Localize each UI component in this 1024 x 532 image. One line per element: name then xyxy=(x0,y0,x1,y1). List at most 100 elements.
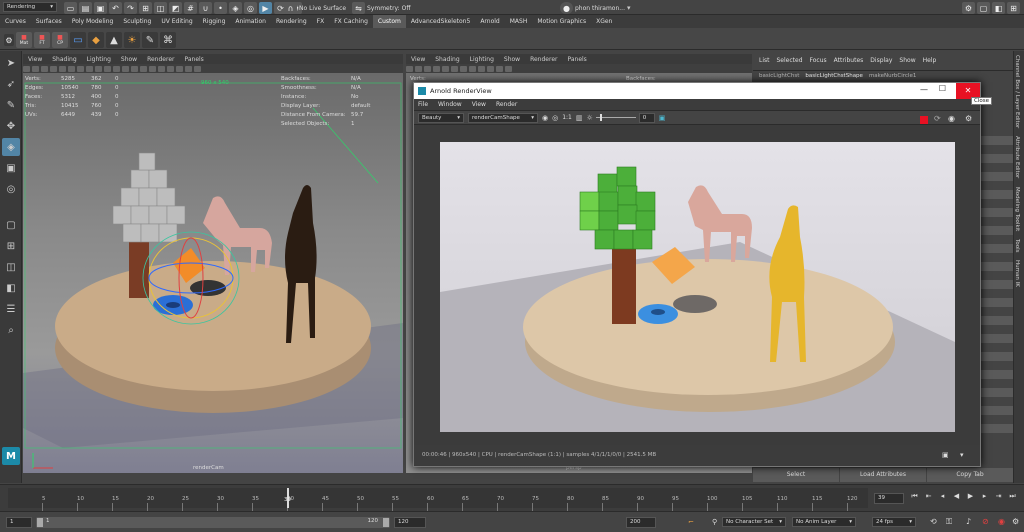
attr-menu-attributes[interactable]: Attributes xyxy=(834,57,864,64)
attr-tab-shape[interactable]: basicLightChstShape xyxy=(805,73,863,79)
shelf-cp-button[interactable]: ■ CP xyxy=(52,32,68,48)
viewport-rendercam[interactable]: Verts: 5285 362 0 Edges: 10540 780 0 Faces: 5312 4… xyxy=(23,73,403,473)
go-to-end-icon[interactable]: ⏭ xyxy=(1008,492,1017,501)
render-image[interactable] xyxy=(440,142,955,432)
attr-menu-focus[interactable]: Focus xyxy=(810,57,827,64)
stop-render-icon[interactable] xyxy=(920,116,928,124)
xray-icon[interactable] xyxy=(505,65,512,72)
anim-start-field[interactable]: 1 xyxy=(6,517,32,528)
settings-gear-icon[interactable]: ⚙ xyxy=(965,114,972,123)
ao-icon[interactable] xyxy=(104,65,111,72)
symmetry-icon[interactable]: ⇋ xyxy=(352,2,365,14)
rotate-tool-icon[interactable]: ◈ xyxy=(2,138,20,156)
vp2-menu-lighting[interactable]: Lighting xyxy=(470,56,494,63)
camera-icon[interactable] xyxy=(23,65,30,72)
grid-icon[interactable] xyxy=(433,65,440,72)
select-object-icon[interactable]: ◫ xyxy=(154,2,167,14)
smooth-shade-icon[interactable] xyxy=(68,65,75,72)
exposure-slider-handle[interactable] xyxy=(599,114,602,121)
ao-icon[interactable] xyxy=(487,65,494,72)
snap-curve-icon[interactable]: ∪ xyxy=(199,2,212,14)
image-plane-icon[interactable] xyxy=(41,65,48,72)
alpha-channel-icon[interactable]: ◎ xyxy=(552,114,558,122)
autokey-toggle-icon[interactable]: ◉ xyxy=(998,517,1005,526)
search-icon[interactable]: ⌕ xyxy=(2,321,20,339)
color-picker-icon[interactable]: ▣ xyxy=(659,114,666,122)
shelf-tab-rendering[interactable]: Rendering xyxy=(271,15,312,28)
shelf-tab-animation[interactable]: Animation xyxy=(230,15,271,28)
image-plane-icon[interactable] xyxy=(424,65,431,72)
xray-icon[interactable] xyxy=(131,65,138,72)
snap-grid-icon[interactable]: # xyxy=(184,2,197,14)
renderview-titlebar[interactable]: Arnold RenderView — ☐ ✕ Close xyxy=(414,83,992,105)
fps-dropdown[interactable]: 24 fps ▾ xyxy=(872,517,916,527)
time-slider-track[interactable]: 5 10 15 20 25 30 35 40 45 50 55 60 65 70 75 80 85 90 95 100… xyxy=(8,488,868,511)
xray-joints-icon[interactable] xyxy=(140,65,147,72)
lut-icon[interactable]: ▥ xyxy=(576,114,583,122)
wireframe-icon[interactable] xyxy=(59,65,66,72)
select-button[interactable]: Select xyxy=(753,468,839,482)
vp2-menu-view[interactable]: View xyxy=(411,56,425,63)
wireframe-icon[interactable] xyxy=(442,65,449,72)
light-icon[interactable]: ☀ xyxy=(124,32,140,48)
isolate-icon[interactable] xyxy=(496,65,503,72)
shelf-tab-sculpting[interactable]: Sculpting xyxy=(118,15,156,28)
vp2-menu-show[interactable]: Show xyxy=(504,56,520,63)
step-back-frame-icon[interactable]: ◂ xyxy=(938,492,947,501)
shelf-tab-motion-graphics[interactable]: Motion Graphics xyxy=(532,15,591,28)
lights-icon[interactable] xyxy=(86,65,93,72)
snap-point-icon[interactable]: • xyxy=(214,2,227,14)
mash-icon[interactable]: M xyxy=(2,447,20,465)
user-name[interactable]: phon thiramon... xyxy=(575,5,625,12)
camera-dropdown[interactable]: renderCamShape ▾ xyxy=(468,112,538,123)
shadows-icon[interactable] xyxy=(478,65,485,72)
vp1-menu-lighting[interactable]: Lighting xyxy=(87,56,111,63)
vp1-menu-renderer[interactable]: Renderer xyxy=(147,56,174,63)
anim-layer-dropdown[interactable]: No Anim Layer ▾ xyxy=(792,517,856,527)
symmetry-label[interactable]: Symmetry: Off xyxy=(367,5,410,12)
snapshot-icon[interactable]: ▣ xyxy=(942,451,949,459)
shelf-tab-surfaces[interactable]: Surfaces xyxy=(31,15,67,28)
chevron-down-icon[interactable]: ▾ xyxy=(627,4,631,12)
anim-end-field[interactable]: 200 xyxy=(626,517,656,528)
shelf-tab-custom[interactable]: Custom xyxy=(372,15,406,28)
textured-icon[interactable] xyxy=(77,65,84,72)
select-tool-icon[interactable]: ➤ xyxy=(2,54,20,72)
gear-icon[interactable]: ⚙ xyxy=(962,2,975,14)
attr-menu-selected[interactable]: Selected xyxy=(777,57,803,64)
camera-icon[interactable] xyxy=(406,65,413,72)
soft-select-icon[interactable]: ◎ xyxy=(2,180,20,198)
shelf-tab-mash[interactable]: MASH xyxy=(505,15,533,28)
step-forward-frame-icon[interactable]: ▸ xyxy=(980,492,989,501)
attr-menu-help[interactable]: Help xyxy=(923,57,937,64)
live-surface-label[interactable]: No Live Surface xyxy=(299,5,346,12)
bookmark-icon[interactable] xyxy=(415,65,422,72)
refresh-render-icon[interactable]: ⟳ xyxy=(934,114,941,123)
outliner-icon[interactable]: ☰ xyxy=(2,300,20,318)
preferences-icon[interactable]: ⚙ xyxy=(1012,517,1019,526)
shelf-tab-arnold[interactable]: Arnold xyxy=(475,15,504,28)
script-icon[interactable]: ⌘ xyxy=(160,32,176,48)
go-to-start-icon[interactable]: ⏮ xyxy=(910,492,919,501)
rgb-channel-icon[interactable]: ◉ xyxy=(542,114,548,122)
lasso-tool-icon[interactable]: ➶ xyxy=(2,75,20,93)
loop-icon[interactable]: ⟲ xyxy=(930,517,937,526)
exposure-field[interactable]: 0 xyxy=(638,112,655,123)
field-chart-icon[interactable] xyxy=(176,65,183,72)
open-scene-icon[interactable]: ▤ xyxy=(79,2,92,14)
time-slider[interactable]: 5 10 15 20 25 30 35 40 45 50 55 60 65 70 75 80 85 90 95 100… xyxy=(0,484,1024,511)
vp1-menu-panels[interactable]: Panels xyxy=(184,56,203,63)
isolate-icon[interactable] xyxy=(122,65,129,72)
cone-icon[interactable]: ▲ xyxy=(106,32,122,48)
attr-tab-transform[interactable]: basicLightChst xyxy=(759,73,799,79)
vp1-menu-shading[interactable]: Shading xyxy=(52,56,76,63)
layout-side-pane-icon[interactable]: ◧ xyxy=(2,279,20,297)
step-forward-key-icon[interactable]: ⇥ xyxy=(994,492,1003,501)
save-scene-icon[interactable]: ▣ xyxy=(94,2,107,14)
shelf-tab-poly-modeling[interactable]: Poly Modeling xyxy=(67,15,119,28)
rv-menu-render[interactable]: Render xyxy=(496,101,517,108)
ui-icon[interactable]: ▭ xyxy=(70,32,86,48)
zoom-ratio[interactable]: 1:1 xyxy=(562,114,572,121)
new-scene-icon[interactable]: ▭ xyxy=(64,2,77,14)
exposure-icon[interactable]: ☼ xyxy=(587,114,593,122)
